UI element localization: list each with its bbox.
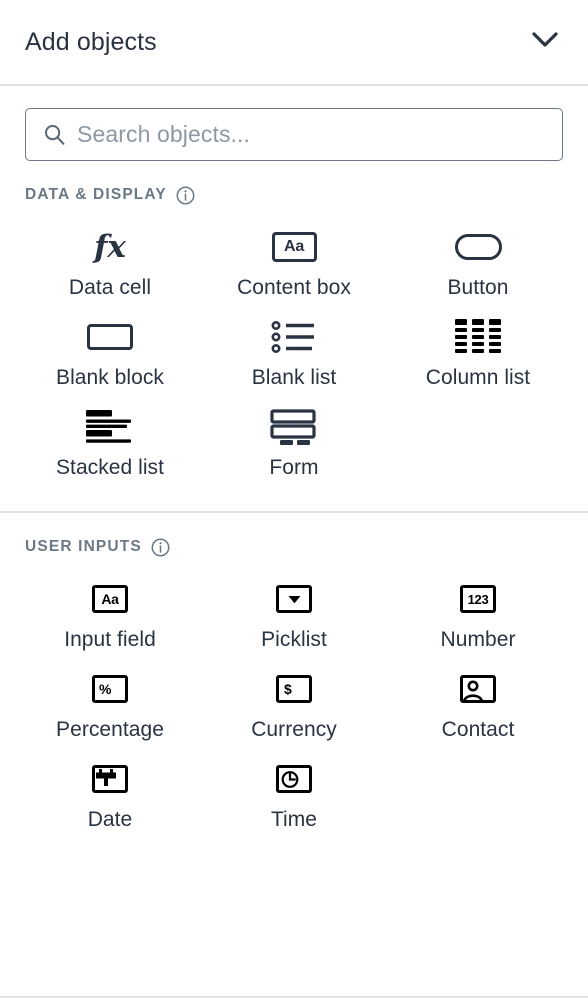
user-inputs-object-grid: Aa Input field Picklist 123 Number % Per…	[18, 562, 570, 832]
clock-icon	[276, 756, 312, 802]
object-tile-label: Data cell	[68, 276, 152, 299]
object-tile-stacked-list[interactable]: Stacked list	[18, 390, 202, 480]
object-tile-currency[interactable]: $ Currency	[202, 652, 386, 742]
object-tile-label: Content box	[237, 276, 351, 299]
rounded-pill-button-icon	[454, 224, 502, 270]
object-tile-time[interactable]: Time	[202, 742, 386, 832]
object-tile-blank-block[interactable]: Blank block	[18, 300, 202, 390]
object-tile-label: Blank list	[251, 366, 337, 389]
section-header-user-inputs: USER INPUTS	[18, 532, 570, 562]
object-tile-label: Number	[440, 628, 516, 651]
section-data-display: DATA & DISPLAY fx Data cell Aa Content b…	[0, 161, 588, 492]
object-tile-label: Currency	[251, 718, 337, 741]
stacked-bars-icon	[86, 404, 134, 450]
icon-glyph: $	[284, 681, 292, 697]
number-123-icon: 123	[460, 576, 496, 622]
rectangle-block-icon	[87, 314, 133, 360]
search-icon	[43, 123, 66, 146]
text-input-aa-icon: Aa	[92, 576, 128, 622]
object-tile-number[interactable]: 123 Number	[386, 562, 570, 652]
object-tile-content-box[interactable]: Aa Content box	[202, 210, 386, 300]
object-tile-label: Button	[447, 276, 509, 299]
form-fields-icon	[270, 404, 318, 450]
chevron-down-icon	[532, 31, 558, 53]
object-tile-label: Contact	[441, 718, 515, 741]
object-tile-label: Input field	[64, 628, 156, 651]
dollar-currency-icon: $	[276, 666, 312, 712]
object-tile-button[interactable]: Button	[386, 210, 570, 300]
collapse-panel-button[interactable]	[528, 25, 562, 59]
search-input-placeholder: Search objects...	[77, 121, 251, 147]
search-section: Search objects...	[0, 86, 588, 161]
object-tile-label: Form	[269, 456, 319, 479]
object-tile-form[interactable]: Form	[202, 390, 386, 480]
object-tile-label: Date	[87, 808, 133, 831]
data-display-object-grid: fx Data cell Aa Content box Button Blank…	[18, 210, 570, 492]
section-title: DATA & DISPLAY	[25, 186, 167, 203]
object-tile-label: Percentage	[56, 718, 164, 741]
page-title: Add objects	[25, 27, 157, 56]
object-tile-contact[interactable]: Contact	[386, 652, 570, 742]
contact-person-icon	[460, 666, 496, 712]
object-tile-date[interactable]: Date	[18, 742, 202, 832]
info-circle-icon[interactable]	[151, 538, 170, 557]
icon-glyph: 123	[467, 591, 489, 607]
add-objects-panel: Add objects Search objects... DATA & DIS…	[0, 0, 588, 998]
calendar-icon	[92, 756, 128, 802]
object-tile-data-cell[interactable]: fx Data cell	[18, 210, 202, 300]
object-tile-label: Picklist	[261, 628, 327, 651]
object-tile-column-list[interactable]: Column list	[386, 300, 570, 390]
object-tile-blank-list[interactable]: Blank list	[202, 300, 386, 390]
section-header-data-display: DATA & DISPLAY	[18, 180, 570, 210]
object-tile-picklist[interactable]: Picklist	[202, 562, 386, 652]
function-fx-icon: fx	[94, 228, 126, 265]
grid-empty-cell	[386, 742, 570, 832]
column-grid-icon	[455, 314, 501, 360]
bulleted-list-icon	[270, 314, 318, 360]
object-tile-label: Time	[270, 808, 318, 831]
section-title: USER INPUTS	[25, 538, 142, 555]
dropdown-caret-icon	[276, 576, 312, 622]
object-tile-label: Blank block	[56, 366, 164, 389]
percent-icon: %	[92, 666, 128, 712]
panel-header: Add objects	[0, 0, 588, 86]
search-objects-field[interactable]: Search objects...	[25, 108, 563, 161]
icon-glyph: Aa	[101, 591, 119, 607]
text-box-aa-icon: Aa	[271, 224, 317, 270]
object-tile-input-field[interactable]: Aa Input field	[18, 562, 202, 652]
object-tile-label: Stacked list	[56, 456, 164, 479]
object-tile-percentage[interactable]: % Percentage	[18, 652, 202, 742]
object-tile-label: Column list	[425, 366, 531, 389]
icon-glyph: %	[99, 681, 112, 697]
section-user-inputs: USER INPUTS Aa Input field Picklist 123 …	[0, 513, 588, 832]
info-circle-icon[interactable]	[176, 186, 195, 205]
